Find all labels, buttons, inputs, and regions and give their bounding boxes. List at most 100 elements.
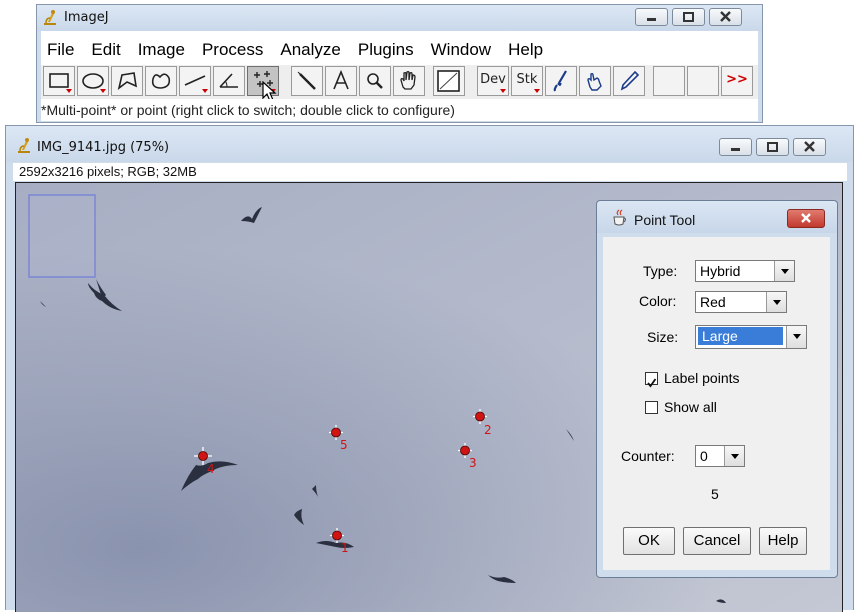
help-button[interactable]: Help <box>759 527 807 555</box>
image-titlebar[interactable]: IMG_9141.jpg (75%) <box>6 126 853 162</box>
gesture-tool[interactable] <box>579 66 611 96</box>
close-button[interactable] <box>709 8 742 26</box>
point-label-5: 5 <box>340 438 348 452</box>
more-tools-label: >> <box>726 72 748 87</box>
maximize-icon <box>767 142 778 152</box>
counter-select[interactable]: 0 <box>695 445 745 467</box>
dialog-close-button[interactable] <box>787 209 825 228</box>
stk-tool[interactable]: Stk <box>511 66 543 96</box>
point-marker-1 <box>332 530 342 541</box>
close-button[interactable] <box>793 138 826 156</box>
brush-tool[interactable] <box>545 66 577 96</box>
chevron-down-icon[interactable] <box>724 446 744 466</box>
point-tool-title: Point Tool <box>634 212 696 228</box>
more-tools-button[interactable]: >> <box>721 66 753 96</box>
chevron-down-icon[interactable] <box>774 261 794 281</box>
tool-menu-indicator <box>66 89 72 93</box>
hand-icon <box>400 71 416 90</box>
multi-point-tool[interactable] <box>247 66 279 102</box>
color-picker-tool[interactable] <box>433 66 465 96</box>
chevron-down-icon[interactable] <box>766 292 786 312</box>
menu-plugins[interactable]: Plugins <box>358 40 414 60</box>
type-select[interactable]: Hybrid <box>695 260 795 282</box>
empty-tool-slot[interactable] <box>653 66 685 96</box>
empty-tool-slot[interactable] <box>687 66 719 96</box>
point-marker-2 <box>475 411 485 422</box>
point-marker-4 <box>198 451 208 461</box>
counter-value: 0 <box>700 448 708 464</box>
point-count: 5 <box>711 486 719 502</box>
oval-tool[interactable] <box>77 66 109 96</box>
image-info: 2592x3216 pixels; RGB; 32MB <box>13 163 847 181</box>
color-swatch-icon <box>437 70 460 92</box>
magnifier-icon <box>367 73 383 89</box>
point-label-4: 4 <box>207 462 215 476</box>
scrolling-tool[interactable] <box>393 66 425 96</box>
tool-menu-indicator <box>500 89 506 93</box>
color-label: Color: <box>639 293 677 309</box>
text-tool[interactable] <box>325 66 357 96</box>
freehand-tool[interactable] <box>145 66 177 96</box>
maximize-button[interactable] <box>672 8 705 26</box>
status-line: *Multi-point* or point (right click to s… <box>41 99 758 121</box>
counter-label: Counter: <box>621 448 675 464</box>
text-icon <box>333 69 349 90</box>
show-all-label: Show all <box>664 399 717 415</box>
minimize-button[interactable] <box>635 8 668 26</box>
menu-image[interactable]: Image <box>138 40 185 60</box>
wand-icon <box>297 71 316 90</box>
magnifier-tool[interactable] <box>359 66 391 96</box>
type-value: Hybrid <box>700 263 741 279</box>
pipette-tool[interactable] <box>613 66 645 96</box>
main-window-title: ImageJ <box>64 10 109 25</box>
tool-menu-indicator <box>100 89 106 93</box>
point-marker-5 <box>331 427 341 438</box>
menu-analyze[interactable]: Analyze <box>280 40 340 60</box>
type-label: Type: <box>643 263 678 279</box>
freehand-icon <box>151 73 171 89</box>
close-icon <box>804 141 815 152</box>
dev-tool[interactable]: Dev <box>477 66 509 96</box>
show-all-checkbox[interactable] <box>645 401 658 414</box>
menu-process[interactable]: Process <box>202 40 263 60</box>
image-window-title: IMG_9141.jpg (75%) <box>37 140 170 155</box>
maximize-icon <box>683 12 694 22</box>
pipette-icon <box>620 70 640 91</box>
angle-icon <box>219 73 238 88</box>
size-select[interactable]: Large <box>695 325 807 349</box>
polygon-icon <box>117 72 138 90</box>
line-tool[interactable] <box>179 66 211 96</box>
menu-edit[interactable]: Edit <box>91 40 120 60</box>
rectangle-tool[interactable] <box>43 66 75 96</box>
size-label: Size: <box>647 329 679 345</box>
label-points-checkbox[interactable] <box>645 372 658 388</box>
wand-tool[interactable] <box>291 66 323 96</box>
microscope-icon <box>18 138 30 153</box>
minimize-icon <box>647 18 656 21</box>
tool-menu-indicator <box>534 89 540 93</box>
minimize-button[interactable] <box>719 138 752 156</box>
imagej-main-window: ImageJ File Edit Image Process Analyze P… <box>36 4 763 123</box>
chevron-down-icon[interactable] <box>786 326 806 348</box>
point-marker-3 <box>460 445 470 456</box>
color-value: Red <box>700 294 726 310</box>
menu-help[interactable]: Help <box>508 40 543 60</box>
tool-menu-indicator <box>202 89 208 93</box>
label-points-label: Label points <box>664 370 740 386</box>
ok-button[interactable]: OK <box>623 527 675 555</box>
main-titlebar[interactable]: ImageJ <box>37 5 762 31</box>
menu-window[interactable]: Window <box>431 40 491 60</box>
polygon-tool[interactable] <box>111 66 143 96</box>
minimize-icon <box>731 148 740 151</box>
color-select[interactable]: Red <box>695 291 787 313</box>
maximize-button[interactable] <box>756 138 789 156</box>
angle-tool[interactable] <box>213 66 245 96</box>
menu-file[interactable]: File <box>47 40 74 60</box>
menu-bar: File Edit Image Process Analyze Plugins … <box>41 31 758 69</box>
dev-label: Dev <box>480 72 506 87</box>
point-tool-titlebar[interactable]: Point Tool <box>597 201 837 233</box>
cancel-button[interactable]: Cancel <box>683 527 751 555</box>
checkmark-icon <box>647 378 657 388</box>
point-label-1: 1 <box>341 541 349 555</box>
java-cup-icon <box>613 209 626 226</box>
